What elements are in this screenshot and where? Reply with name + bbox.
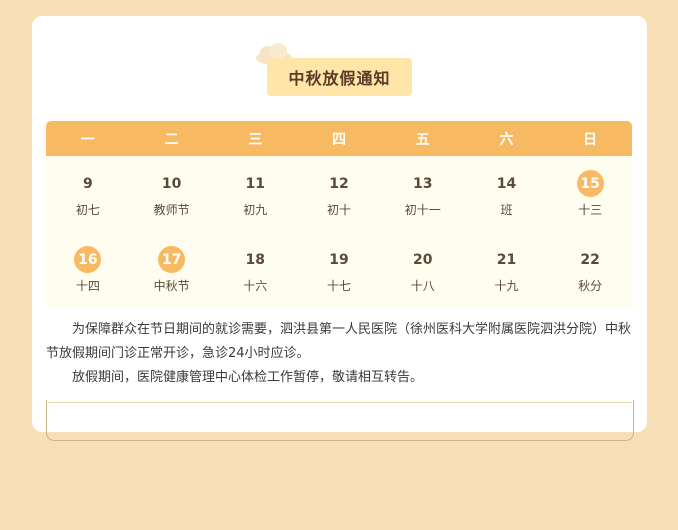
day-number: 15 xyxy=(576,170,604,197)
calendar-day-cell: 15 十三 xyxy=(548,160,632,234)
calendar-day-cell: 21 十九 xyxy=(465,234,549,308)
title-area: 中秋放假通知 xyxy=(234,42,414,98)
day-number: 16 xyxy=(74,246,102,273)
day-label: 十七 xyxy=(327,279,352,293)
calendar-day-cell: 12 初十 xyxy=(297,160,381,234)
day-number: 9 xyxy=(82,175,93,192)
day-label: 初七 xyxy=(75,203,100,217)
weekday-label: 五 xyxy=(415,131,430,148)
day-label: 十八 xyxy=(410,279,435,293)
day-number: 20 xyxy=(412,251,433,268)
day-number: 18 xyxy=(245,251,266,268)
calendar-day-cell: 13 初十一 xyxy=(381,160,465,234)
day-label: 初十一 xyxy=(404,203,441,217)
day-label: 班 xyxy=(500,203,513,217)
notice-paragraph: 为保障群众在节日期间的就诊需要，泗洪县第一人民医院（徐州医科大学附属医院泗洪分院… xyxy=(46,322,632,361)
day-label: 十三 xyxy=(578,203,603,217)
weekday-label: 日 xyxy=(583,131,598,148)
notice-paragraph: 放假期间，医院健康管理中心体检工作暂停，敬请相互转告。 xyxy=(72,370,424,385)
day-label: 秋分 xyxy=(578,279,603,293)
day-number: 22 xyxy=(580,251,600,268)
calendar-day-cell: 16 十四 xyxy=(46,234,130,308)
weekday-label: 一 xyxy=(80,131,95,148)
day-number: 11 xyxy=(245,175,266,192)
calendar-day-cell: 19 十七 xyxy=(297,234,381,308)
calendar-grid: 9 初七 10 教师节 11 初九 12 初十 13 初十一 14 班 15 十三 16 十四 … xyxy=(46,156,632,308)
day-number: 17 xyxy=(158,246,186,273)
calendar-week-row: 16 十四 17 中秋节 18 十六 19 十七 20 十八 21 十九 22 秋分 xyxy=(46,234,632,308)
day-label: 十九 xyxy=(494,279,519,293)
calendar-day-cell: 18 十六 xyxy=(213,234,297,308)
calendar-day-cell: 14 班 xyxy=(465,160,549,234)
day-label: 教师节 xyxy=(153,203,190,217)
page-title: 中秋放假通知 xyxy=(267,58,412,96)
day-label: 十四 xyxy=(75,279,100,293)
day-label: 初十 xyxy=(327,203,352,217)
card-bottom-frame xyxy=(46,400,634,441)
calendar-week-row: 9 初七 10 教师节 11 初九 12 初十 13 初十一 14 班 15 十三 xyxy=(46,156,632,234)
calendar-day-cell: 22 秋分 xyxy=(548,234,632,308)
holiday-calendar: 一 二 三 四 五 六 日 9 初七 10 教师节 11 初九 12 初十 13 初十一 … xyxy=(46,121,632,308)
weekday-label: 四 xyxy=(332,131,347,148)
day-number: 21 xyxy=(496,251,517,268)
calendar-day-cell: 9 初七 xyxy=(46,160,130,234)
divider xyxy=(46,402,632,403)
day-number: 13 xyxy=(412,175,433,192)
calendar-day-cell: 20 十八 xyxy=(381,234,465,308)
day-number: 12 xyxy=(329,175,349,192)
calendar-day-cell: 17 中秋节 xyxy=(130,234,214,308)
day-number: 10 xyxy=(161,175,182,192)
day-label: 中秋节 xyxy=(153,279,190,293)
day-number: 14 xyxy=(496,175,517,192)
weekday-label: 二 xyxy=(164,131,179,148)
day-label: 初九 xyxy=(243,203,268,217)
day-label: 十六 xyxy=(243,279,268,293)
weekday-label: 三 xyxy=(248,131,263,148)
notice-body: 为保障群众在节日期间的就诊需要，泗洪县第一人民医院（徐州医科大学附属医院泗洪分院… xyxy=(46,318,632,390)
calendar-day-cell: 11 初九 xyxy=(213,160,297,234)
day-number: 19 xyxy=(329,251,349,268)
weekday-header: 一 二 三 四 五 六 日 xyxy=(46,121,632,156)
calendar-day-cell: 10 教师节 xyxy=(130,160,214,234)
weekday-label: 六 xyxy=(499,131,514,148)
